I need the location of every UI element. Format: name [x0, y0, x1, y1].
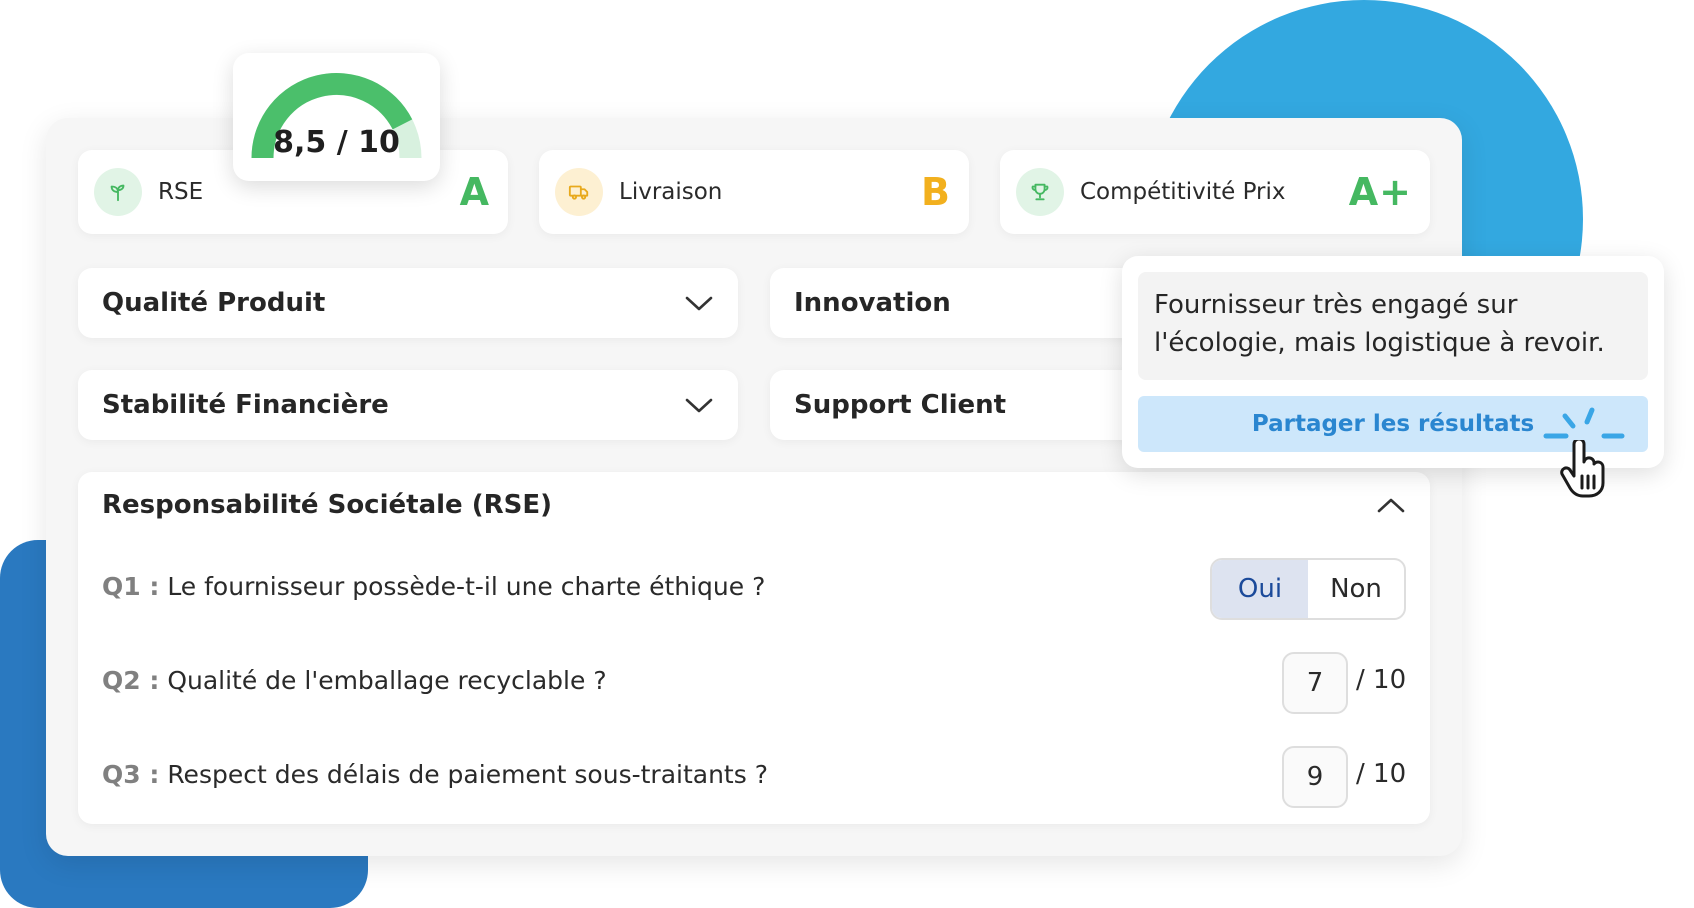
section-rse-expanded: Responsabilité Sociétale (RSE) Q1 : Le f… — [78, 472, 1430, 824]
section-title: Stabilité Financière — [102, 390, 389, 420]
score-grade: A+ — [1348, 170, 1412, 214]
comment-text: Fournisseur très engagé sur l'écologie, … — [1138, 272, 1648, 380]
sprout-icon — [94, 168, 142, 216]
hand-cursor-icon — [1560, 440, 1605, 498]
chevron-down-icon[interactable] — [684, 395, 714, 415]
score-input-q2[interactable]: 7 — [1282, 652, 1348, 714]
score-grade: B — [921, 170, 951, 214]
score-label: Livraison — [619, 179, 723, 205]
score-grade: A — [459, 170, 490, 214]
gauge-arc — [251, 73, 422, 159]
option-oui[interactable]: Oui — [1212, 560, 1308, 618]
gauge-value: 8,5 / 10 — [273, 125, 400, 160]
score-card-competitivite-prix[interactable]: Compétitivité Prix A+ — [1000, 150, 1430, 234]
section-stabilite-financiere[interactable]: Stabilité Financière — [78, 370, 738, 440]
section-qualite-produit[interactable]: Qualité Produit — [78, 268, 738, 338]
question-text: Qualité de l'emballage recyclable ? — [167, 666, 607, 695]
yes-no-toggle[interactable]: Oui Non — [1210, 558, 1406, 620]
chevron-up-icon[interactable] — [1376, 496, 1406, 516]
question-text: Le fournisseur possède-t-il une charte é… — [167, 572, 766, 601]
question-number: Q3 : — [102, 760, 160, 789]
chevron-down-icon[interactable] — [684, 293, 714, 313]
score-label: RSE — [158, 179, 204, 205]
section-title: Qualité Produit — [102, 288, 326, 318]
question-row: Q2 : Qualité de l'emballage recyclable ? — [102, 666, 607, 695]
score-max: / 10 — [1356, 759, 1407, 789]
truck-icon — [555, 168, 603, 216]
score-card-livraison[interactable]: Livraison B — [539, 150, 969, 234]
question-text: Respect des délais de paiement sous-trai… — [167, 760, 768, 789]
section-title: Responsabilité Sociétale (RSE) — [102, 490, 552, 520]
score-label: Compétitivité Prix — [1080, 179, 1286, 205]
score-max: / 10 — [1356, 665, 1407, 695]
question-row: Q3 : Respect des délais de paiement sous… — [102, 760, 768, 789]
global-score-gauge: 8,5 / 10 — [233, 53, 440, 181]
question-number: Q1 : — [102, 572, 160, 601]
question-row: Q1 : Le fournisseur possède-t-il une cha… — [102, 572, 765, 601]
option-non[interactable]: Non — [1308, 560, 1404, 618]
score-input-q3[interactable]: 9 — [1282, 746, 1348, 808]
trophy-icon — [1016, 168, 1064, 216]
question-number: Q2 : — [102, 666, 160, 695]
